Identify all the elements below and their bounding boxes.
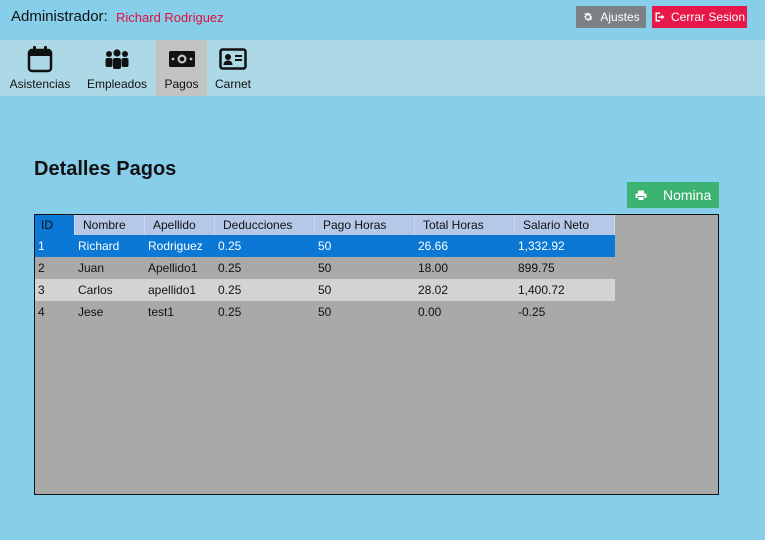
nomina-label: Nomina (663, 187, 712, 203)
nav-bar: Asistencias Empleados Pagos Carnet (0, 40, 765, 96)
cell-salario-neto[interactable]: 1,332.92 (515, 235, 615, 257)
admin-label: Administrador: (11, 8, 108, 25)
cell-apellido[interactable]: Rodriguez (145, 235, 215, 257)
column-header-apellido[interactable]: Apellido (145, 215, 215, 235)
sign-out-icon (655, 12, 665, 22)
gear-icon (584, 12, 594, 21)
id-card-icon (219, 44, 247, 74)
page-title: Detalles Pagos (34, 158, 177, 180)
payments-table[interactable]: ID Nombre Apellido Deducciones Pago Hora… (34, 214, 719, 495)
cell-nombre[interactable]: Richard (75, 235, 145, 257)
cell-nombre[interactable]: Jese (75, 301, 145, 323)
cell-apellido[interactable]: test1 (145, 301, 215, 323)
nav-item-pagos[interactable]: Pagos (156, 40, 207, 96)
column-header-nombre[interactable]: Nombre (75, 215, 145, 235)
cell-salario-neto[interactable]: 1,400.72 (515, 279, 615, 301)
cell-salario-neto[interactable]: -0.25 (515, 301, 615, 323)
cell-deducciones[interactable]: 0.25 (215, 279, 315, 301)
column-header-deducciones[interactable]: Deducciones (215, 215, 315, 235)
table-row[interactable]: 4 Jese test1 0.25 50 0.00 -0.25 (35, 301, 615, 323)
logout-label: Cerrar Sesion (670, 10, 746, 24)
cell-deducciones[interactable]: 0.25 (215, 235, 315, 257)
cell-total-horas[interactable]: 26.66 (415, 235, 515, 257)
settings-button[interactable]: Ajustes (576, 6, 646, 28)
nav-item-asistencias[interactable]: Asistencias (4, 40, 76, 96)
cell-total-horas[interactable]: 18.00 (415, 257, 515, 279)
cell-nombre[interactable]: Juan (75, 257, 145, 279)
top-bar: Administrador: Richard Rodriguez Ajustes… (0, 0, 765, 40)
cell-apellido[interactable]: Apellido1 (145, 257, 215, 279)
table-header: ID Nombre Apellido Deducciones Pago Hora… (35, 215, 615, 235)
cell-deducciones[interactable]: 0.25 (215, 301, 315, 323)
cell-id[interactable]: 3 (35, 279, 75, 301)
cell-apellido[interactable]: apellido1 (145, 279, 215, 301)
admin-name: Richard Rodriguez (116, 10, 224, 25)
nav-label-carnet: Carnet (214, 77, 252, 91)
cell-id[interactable]: 2 (35, 257, 75, 279)
cell-nombre[interactable]: Carlos (75, 279, 145, 301)
nav-label-pagos: Pagos (164, 77, 199, 91)
column-header-pago-horas[interactable]: Pago Horas (315, 215, 415, 235)
cell-salario-neto[interactable]: 899.75 (515, 257, 615, 279)
print-icon (635, 190, 647, 201)
cell-pago-horas[interactable]: 50 (315, 301, 415, 323)
nav-label-empleados: Empleados (86, 77, 148, 91)
calendar-icon (27, 44, 53, 74)
users-icon (103, 44, 131, 74)
cell-total-horas[interactable]: 0.00 (415, 301, 515, 323)
column-header-salario-neto[interactable]: Salario Neto (515, 215, 615, 235)
table-row[interactable]: 2 Juan Apellido1 0.25 50 18.00 899.75 (35, 257, 615, 279)
table-row[interactable]: 3 Carlos apellido1 0.25 50 28.02 1,400.7… (35, 279, 615, 301)
settings-label: Ajustes (600, 10, 640, 24)
column-header-total-horas[interactable]: Total Horas (415, 215, 515, 235)
nav-item-empleados[interactable]: Empleados (82, 40, 152, 96)
money-icon (168, 44, 196, 74)
cell-pago-horas[interactable]: 50 (315, 235, 415, 257)
cell-total-horas[interactable]: 28.02 (415, 279, 515, 301)
cell-deducciones[interactable]: 0.25 (215, 257, 315, 279)
cell-id[interactable]: 1 (35, 235, 75, 257)
nav-item-carnet[interactable]: Carnet (210, 40, 256, 96)
nav-label-asistencias: Asistencias (9, 77, 71, 91)
cell-pago-horas[interactable]: 50 (315, 257, 415, 279)
column-header-id[interactable]: ID (35, 215, 75, 235)
table-row[interactable]: 1 Richard Rodriguez 0.25 50 26.66 1,332.… (35, 235, 615, 257)
cell-id[interactable]: 4 (35, 301, 75, 323)
cell-pago-horas[interactable]: 50 (315, 279, 415, 301)
nomina-button[interactable]: Nomina (627, 182, 719, 208)
logout-button[interactable]: Cerrar Sesion (652, 6, 747, 28)
